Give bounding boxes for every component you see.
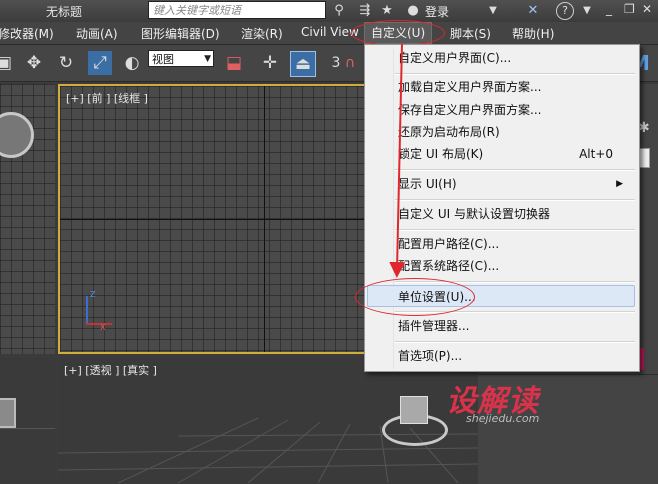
watermark: 设解读 shejiedu.com — [446, 376, 539, 425]
watermark-url: shejiedu.com — [466, 412, 540, 425]
annotation-arrow — [389, 43, 406, 278]
